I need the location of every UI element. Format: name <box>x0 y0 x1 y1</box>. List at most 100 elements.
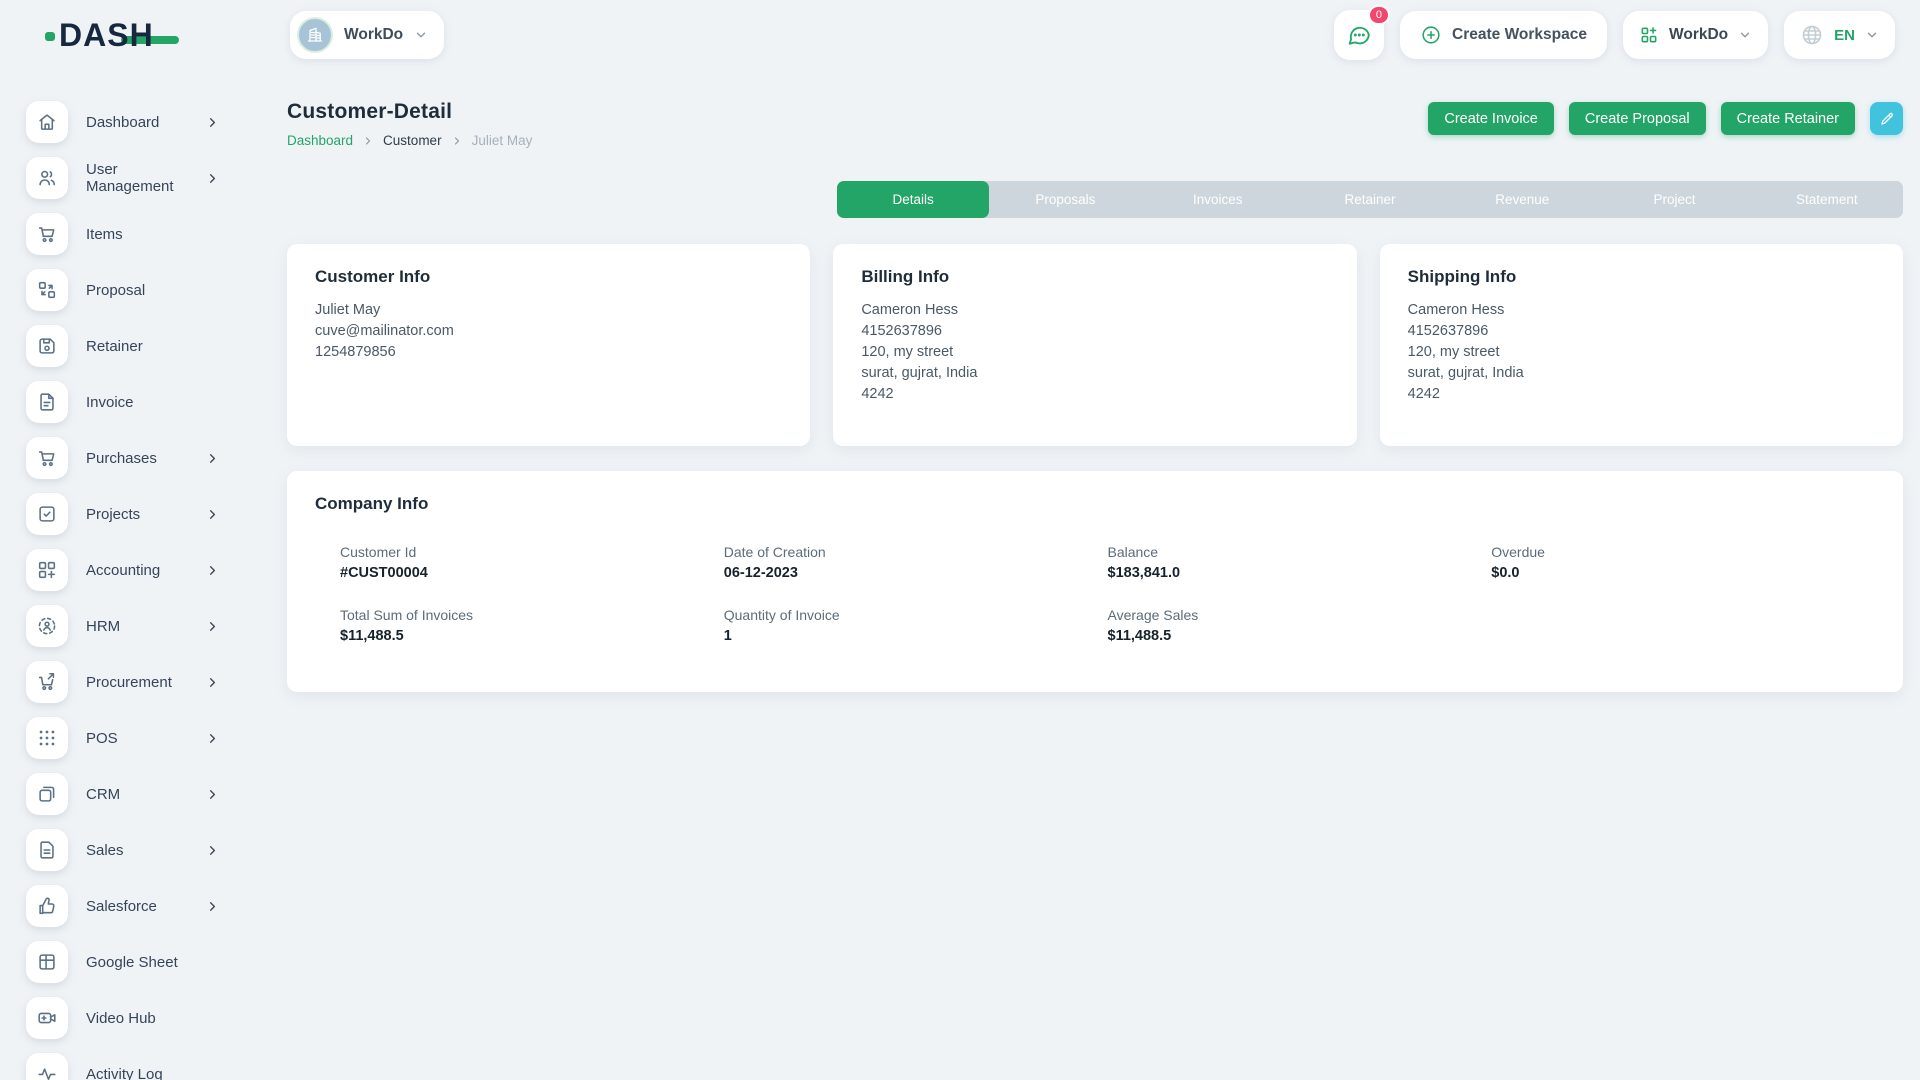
building-icon <box>305 25 325 45</box>
tab-details[interactable]: Details <box>837 181 989 218</box>
sidebar-item-video-hub[interactable]: Video Hub <box>26 990 250 1046</box>
sidebar-item-proposal[interactable]: Proposal <box>26 262 250 318</box>
sidebar-item-label: Video Hub <box>86 1010 156 1027</box>
sidebar-item-label: Purchases <box>86 450 157 467</box>
sidebar-item-label: Procurement <box>86 674 172 691</box>
field-date-of-creation: Date of Creation 06-12-2023 <box>724 544 1108 581</box>
dots-grid-icon <box>26 717 68 759</box>
shipping-street: 120, my street <box>1408 342 1875 363</box>
sidebar-item-hrm[interactable]: HRM <box>26 598 250 654</box>
card-title: Company Info <box>315 494 1875 514</box>
sidebar-item-salesforce[interactable]: Salesforce <box>26 878 250 934</box>
field-total-sum-invoices: Total Sum of Invoices $11,488.5 <box>340 607 724 644</box>
chat-icon <box>1346 22 1372 48</box>
field-value: 1 <box>724 628 1108 644</box>
sidebar-item-activity-log[interactable]: Activity Log <box>26 1046 250 1080</box>
workspace-selector[interactable]: WorkDo <box>290 11 444 59</box>
sidebar-item-label: Salesforce <box>86 898 157 915</box>
sidebar-item-crm[interactable]: CRM <box>26 766 250 822</box>
proposal-swap-icon <box>26 269 68 311</box>
sidebar-item-label: Dashboard <box>86 114 159 131</box>
field-value: $11,488.5 <box>1108 628 1492 644</box>
workspace-avatar <box>297 17 333 53</box>
chevron-right-icon <box>205 171 220 186</box>
sidebar-item-invoice[interactable]: Invoice <box>26 374 250 430</box>
breadcrumb-dashboard[interactable]: Dashboard <box>287 133 353 148</box>
billing-phone: 4152637896 <box>861 321 1328 342</box>
edit-customer-button[interactable] <box>1870 102 1903 135</box>
create-workspace-button[interactable]: Create Workspace <box>1400 11 1607 59</box>
cart-arrow-icon <box>26 661 68 703</box>
field-average-sales: Average Sales $11,488.5 <box>1108 607 1492 644</box>
field-value: $0.0 <box>1491 565 1875 581</box>
tab-project[interactable]: Project <box>1598 181 1750 218</box>
breadcrumb-current: Juliet May <box>472 133 533 148</box>
field-balance: Balance $183,841.0 <box>1108 544 1492 581</box>
tab-retainer[interactable]: Retainer <box>1294 181 1446 218</box>
customer-email: cuve@mailinator.com <box>315 321 782 342</box>
floppy-disk-icon <box>26 325 68 367</box>
workdo-menu-label: WorkDo <box>1669 26 1728 44</box>
chevron-right-icon <box>205 115 220 130</box>
sidebar-item-sales[interactable]: Sales <box>26 822 250 878</box>
card-title: Shipping Info <box>1408 267 1875 287</box>
field-label: Average Sales <box>1108 607 1492 623</box>
activity-pulse-icon <box>26 1053 68 1080</box>
sidebar-item-pos[interactable]: POS <box>26 710 250 766</box>
table-icon <box>26 941 68 983</box>
sidebar-item-dashboard[interactable]: Dashboard <box>26 94 250 150</box>
tab-statement[interactable]: Statement <box>1751 181 1903 218</box>
brand-logo[interactable]: DASH <box>45 13 195 57</box>
sidebar-item-items[interactable]: Items <box>26 206 250 262</box>
grid-plus-icon <box>26 549 68 591</box>
sidebar-item-accounting[interactable]: Accounting <box>26 542 250 598</box>
sidebar-item-label: HRM <box>86 618 120 635</box>
language-selector[interactable]: EN <box>1784 11 1895 59</box>
breadcrumb-customer[interactable]: Customer <box>383 133 442 148</box>
field-overdue: Overdue $0.0 <box>1491 544 1875 581</box>
logo-text: DASH <box>59 17 154 54</box>
globe-icon <box>1800 23 1824 47</box>
messages-button[interactable]: 0 <box>1334 10 1384 60</box>
sidebar-item-purchases[interactable]: Purchases <box>26 430 250 486</box>
shipping-info-card: Shipping Info Cameron Hess 4152637896 12… <box>1380 244 1903 446</box>
customer-phone: 1254879856 <box>315 342 782 363</box>
billing-street: 120, my street <box>861 342 1328 363</box>
sidebar-item-label: Sales <box>86 842 124 859</box>
page-header: Customer-Detail Dashboard Customer Julie… <box>287 100 1903 148</box>
chevron-right-icon <box>362 135 374 147</box>
billing-info-lines: Cameron Hess 4152637896 120, my street s… <box>861 300 1328 405</box>
chevron-right-icon <box>451 135 463 147</box>
users-icon <box>26 157 68 199</box>
field-label: Customer Id <box>340 544 724 560</box>
field-quantity-invoice: Quantity of Invoice 1 <box>724 607 1108 644</box>
field-label: Date of Creation <box>724 544 1108 560</box>
create-proposal-button[interactable]: Create Proposal <box>1569 102 1706 135</box>
tab-revenue[interactable]: Revenue <box>1446 181 1598 218</box>
sidebar-item-projects[interactable]: Projects <box>26 486 250 542</box>
company-info-grid: Customer Id #CUST00004 Date of Creation … <box>340 544 1875 644</box>
create-workspace-label: Create Workspace <box>1452 26 1587 44</box>
sidebar-item-label: Retainer <box>86 338 143 355</box>
field-label: Overdue <box>1491 544 1875 560</box>
workdo-menu-button[interactable]: WorkDo <box>1623 11 1768 59</box>
sidebar-item-google-sheet[interactable]: Google Sheet <box>26 934 250 990</box>
chevron-right-icon <box>205 787 220 802</box>
sidebar-item-retainer[interactable]: Retainer <box>26 318 250 374</box>
sidebar-item-procurement[interactable]: Procurement <box>26 654 250 710</box>
field-value: 06-12-2023 <box>724 565 1108 581</box>
create-retainer-button[interactable]: Create Retainer <box>1721 102 1855 135</box>
create-invoice-button[interactable]: Create Invoice <box>1428 102 1554 135</box>
chevron-right-icon <box>205 619 220 634</box>
header-actions: 0 Create Workspace WorkDo <box>1334 10 1895 60</box>
tab-proposals[interactable]: Proposals <box>989 181 1141 218</box>
customer-info-lines: Juliet May cuve@mailinator.com 125487985… <box>315 300 782 363</box>
sidebar-item-user-management[interactable]: User Management <box>26 150 250 206</box>
customer-info-card: Customer Info Juliet May cuve@mailinator… <box>287 244 810 446</box>
grid-plus-icon <box>1639 25 1659 45</box>
thumbs-up-icon <box>26 885 68 927</box>
title-block: Customer-Detail Dashboard Customer Julie… <box>287 100 532 148</box>
shipping-zip: 4242 <box>1408 384 1875 405</box>
tab-invoices[interactable]: Invoices <box>1142 181 1294 218</box>
chevron-right-icon <box>205 563 220 578</box>
